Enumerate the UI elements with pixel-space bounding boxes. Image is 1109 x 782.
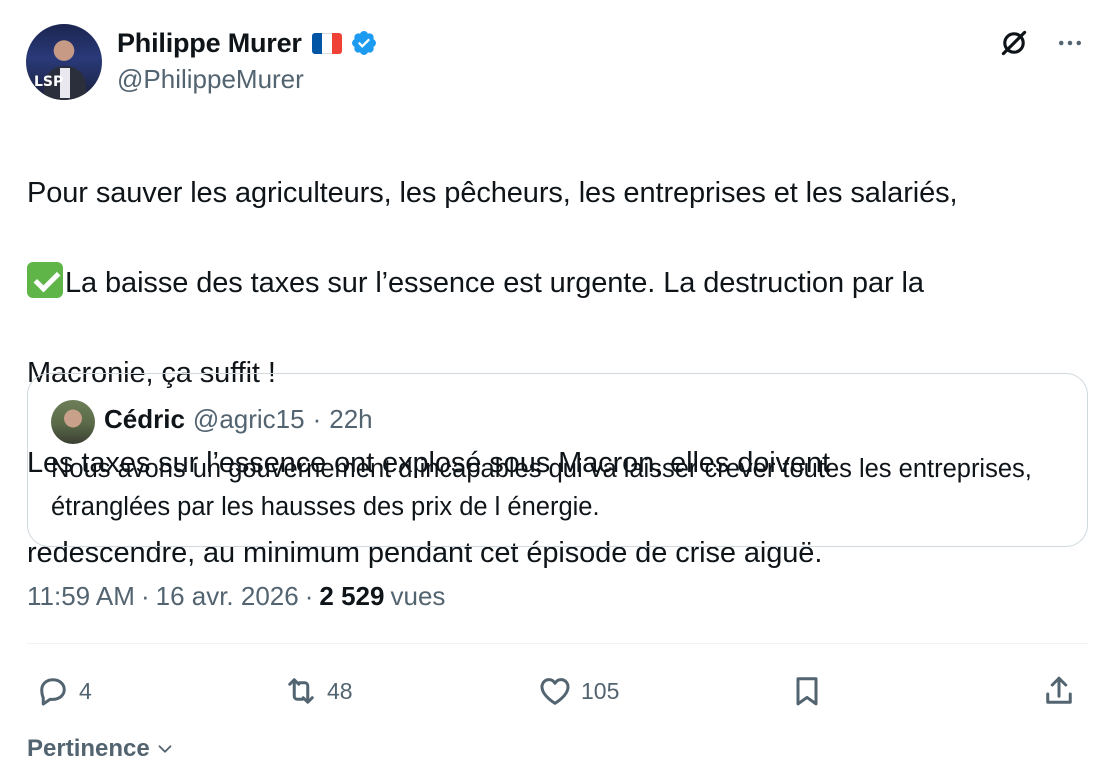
tweet-meta: 11:59 AM · 16 avr. 2026 · 2 529 vues bbox=[27, 581, 445, 612]
tweet-date[interactable]: 16 avr. 2026 bbox=[156, 581, 299, 612]
quoted-author-name: Cédric bbox=[104, 404, 185, 434]
tweet-line: La baisse des taxes sur l’essence est ur… bbox=[27, 261, 1087, 306]
grok-icon[interactable] bbox=[997, 26, 1031, 60]
reply-count: 4 bbox=[79, 677, 92, 704]
quoted-tweet[interactable]: Cédric @agric15 · 22h Nous avons un gouv… bbox=[27, 373, 1088, 547]
repost-button[interactable]: 48 bbox=[283, 668, 353, 714]
views-count: 2 529 bbox=[319, 581, 385, 611]
share-icon bbox=[1046, 676, 1072, 704]
reply-button[interactable]: 4 bbox=[35, 668, 92, 714]
author-name-row: Philippe Murer bbox=[117, 26, 378, 60]
sort-dropdown[interactable]: Pertinence bbox=[27, 735, 176, 763]
flag-blue bbox=[311, 32, 322, 54]
share-button[interactable] bbox=[1041, 668, 1077, 714]
quoted-separator: · bbox=[312, 404, 322, 434]
quoted-text: Nous avons un gouvernement d incapables … bbox=[51, 455, 1032, 521]
repost-icon bbox=[288, 678, 314, 704]
check-mark-icon bbox=[27, 262, 63, 298]
divider bbox=[27, 643, 1088, 644]
heart-icon bbox=[540, 678, 570, 705]
quoted-time: 22h bbox=[329, 404, 373, 434]
flag-white bbox=[321, 32, 332, 54]
action-bar: 4 48 105 bbox=[27, 668, 1088, 714]
quoted-header: Cédric @agric15 · 22h bbox=[104, 404, 373, 435]
author-handle[interactable]: @PhilippeMurer bbox=[117, 64, 304, 95]
verified-badge-icon[interactable] bbox=[350, 29, 378, 57]
avatar-badge: LSP bbox=[34, 74, 64, 90]
chevron-down-icon bbox=[158, 745, 172, 753]
author-avatar[interactable]: LSP bbox=[26, 24, 102, 100]
more-icon[interactable] bbox=[1053, 26, 1087, 60]
flag-red bbox=[331, 32, 342, 54]
bookmark-icon bbox=[796, 677, 818, 706]
france-flag-icon bbox=[311, 32, 342, 54]
bookmark-button[interactable] bbox=[789, 668, 825, 714]
tweet-time[interactable]: 11:59 AM bbox=[27, 581, 135, 612]
quoted-author-handle: @agric15 bbox=[192, 404, 305, 434]
views-label: vues bbox=[390, 581, 446, 611]
quoted-author-avatar bbox=[51, 400, 95, 444]
reply-icon bbox=[40, 678, 66, 706]
tweet-top-actions bbox=[997, 26, 1087, 60]
meta-separator: · bbox=[140, 581, 150, 611]
meta-separator: · bbox=[304, 581, 314, 611]
tweet-line: Pour sauver les agriculteurs, les pêcheu… bbox=[27, 177, 958, 209]
like-count: 105 bbox=[581, 677, 620, 704]
tweet-line-text: La baisse des taxes sur l’essence est ur… bbox=[65, 267, 924, 299]
repost-count: 48 bbox=[327, 677, 353, 704]
sort-label: Pertinence bbox=[27, 735, 150, 762]
like-button[interactable]: 105 bbox=[537, 668, 619, 714]
author-name[interactable]: Philippe Murer bbox=[117, 28, 302, 59]
